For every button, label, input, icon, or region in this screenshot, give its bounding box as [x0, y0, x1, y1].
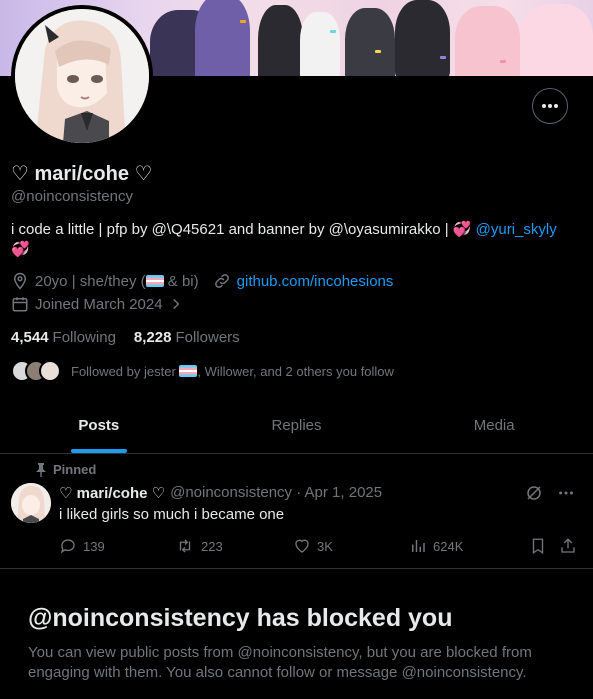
- joined-text: Joined March 2024: [35, 295, 163, 313]
- trans-flag-icon: [145, 274, 164, 287]
- views-icon: [412, 540, 425, 552]
- post-author[interactable]: ♡ mari/cohe ♡: [59, 484, 165, 502]
- link-icon: [214, 274, 229, 288]
- followed-by-text: Followed by jester , Willower, and 2 oth…: [71, 363, 394, 379]
- chevron-right-icon: [172, 298, 179, 310]
- avatar: [39, 360, 61, 382]
- repost-icon: [179, 539, 191, 553]
- bio-text: i code a little | pfp by @\Q45621 and ba…: [11, 221, 472, 238]
- pinned-label: Pinned: [35, 462, 96, 477]
- profile-name: ♡ mari/cohe ♡: [11, 163, 153, 185]
- profile-avatar[interactable]: [11, 5, 153, 147]
- post-header-actions: [525, 484, 575, 502]
- like-button[interactable]: 3K: [293, 537, 409, 555]
- reply-button[interactable]: 139: [59, 537, 175, 555]
- pinned-post[interactable]: Pinned ♡ mari/cohe ♡ @noinconsistency · …: [0, 454, 593, 569]
- blocked-body: You can view public posts from @noincons…: [28, 644, 532, 681]
- more-icon: [542, 104, 558, 108]
- like-icon: [295, 539, 309, 553]
- profile-stats: 4,544 Following 8,228 Followers: [11, 329, 240, 346]
- location-icon: [13, 272, 27, 290]
- repost-button[interactable]: 223: [175, 537, 293, 555]
- avatar-illustration: [11, 483, 51, 523]
- blocked-notice: @noinconsistency has blocked you You can…: [28, 603, 568, 683]
- profile-meta-row: 20yo | she/they ( & bi) github.com/incoh…: [11, 272, 393, 290]
- location-text: 20yo | she/they ( & bi): [35, 272, 199, 290]
- tab-posts[interactable]: Posts: [0, 398, 198, 453]
- views-button[interactable]: 624K: [409, 537, 529, 555]
- avatar-illustration: [15, 9, 149, 143]
- more-options-button[interactable]: [532, 88, 568, 124]
- share-icon: [561, 538, 575, 553]
- tab-media[interactable]: Media: [395, 398, 593, 453]
- grok-icon[interactable]: [525, 484, 543, 502]
- post-meta[interactable]: @noinconsistency · Apr 1, 2025: [170, 484, 382, 502]
- following-link[interactable]: 4,544 Following: [11, 329, 116, 346]
- website-link[interactable]: github.com/incohesions: [237, 273, 394, 290]
- bio-tail: 💞: [11, 241, 30, 258]
- reply-icon: [60, 539, 75, 554]
- share-button[interactable]: [559, 537, 577, 555]
- profile-joined-row[interactable]: Joined March 2024: [11, 295, 183, 313]
- post-actions: 139 223 3K 624K: [59, 537, 579, 555]
- post-header: ♡ mari/cohe ♡ @noinconsistency · Apr 1, …: [59, 484, 382, 502]
- profile-handle: @noinconsistency: [11, 188, 133, 205]
- post-text: i liked girls so much i became one: [59, 506, 285, 523]
- post-avatar[interactable]: [11, 483, 51, 523]
- calendar-icon: [12, 297, 28, 312]
- profile-tabs: Posts Replies Media: [0, 398, 593, 454]
- post-more-icon[interactable]: [557, 484, 575, 502]
- followed-by-avatars: [11, 360, 61, 382]
- active-tab-indicator: [70, 449, 127, 453]
- profile-bio: i code a little | pfp by @\Q45621 and ba…: [11, 220, 583, 260]
- tab-replies[interactable]: Replies: [198, 398, 396, 453]
- followed-by[interactable]: Followed by jester , Willower, and 2 oth…: [11, 360, 394, 382]
- pin-icon: [36, 462, 46, 477]
- trans-flag-icon: [179, 364, 198, 377]
- followers-link[interactable]: 8,228 Followers: [134, 329, 240, 346]
- blocked-title: @noinconsistency has blocked you: [28, 604, 453, 632]
- bookmark-icon: [532, 538, 544, 555]
- bio-mention-link[interactable]: @yuri_skyly: [476, 221, 557, 238]
- bookmark-button[interactable]: [529, 537, 559, 555]
